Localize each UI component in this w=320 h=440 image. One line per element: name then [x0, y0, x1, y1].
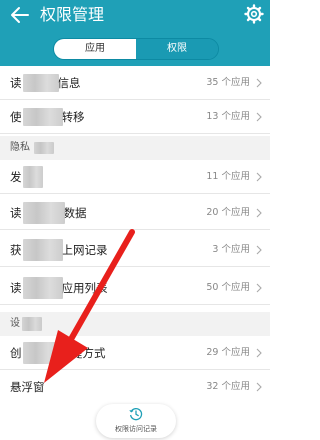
chevron-right-icon [256, 112, 262, 122]
app-count: 3 个应用 [212, 244, 250, 255]
chevron-right-icon [256, 78, 262, 88]
back-arrow-icon[interactable] [8, 2, 32, 28]
app-count: 20 个应用 [206, 207, 250, 218]
redaction-blur [23, 74, 59, 92]
app-count: 32 个应用 [206, 381, 250, 392]
app-count: 50 个应用 [206, 282, 250, 293]
tab-apps[interactable]: 应用 [54, 39, 136, 59]
app-count: 29 个应用 [206, 347, 250, 358]
chevron-right-icon [256, 245, 262, 255]
page-title: 权限管理 [40, 5, 105, 24]
history-clock-icon [129, 407, 143, 421]
redaction-blur [23, 108, 63, 126]
permission-row-use-transfer[interactable]: 使转移 13 个应用 [0, 100, 270, 134]
permission-row-read-messages[interactable]: 读信息 35 个应用 [0, 66, 270, 100]
section-label: 设 [10, 318, 20, 329]
chevron-right-icon [256, 172, 262, 182]
chevron-right-icon [256, 382, 262, 392]
permission-row-send[interactable]: 发 11 个应用 [0, 160, 270, 194]
app-count: 35 个应用 [206, 77, 250, 88]
app-count: 13 个应用 [206, 111, 250, 122]
segmented-tabs: 应用 权限 [53, 38, 219, 60]
redaction-blur [23, 202, 65, 224]
row-label: 悬浮窗 [10, 380, 45, 394]
redaction-blur [23, 342, 61, 364]
redaction-blur [23, 277, 63, 299]
section-header-settings: 设 [0, 312, 270, 336]
permission-row-floating-window[interactable]: 悬浮窗 32 个应用 [0, 370, 270, 404]
chevron-right-icon [256, 348, 262, 358]
permission-row-create-shortcut[interactable]: 创快捷方式 29 个应用 [0, 336, 270, 370]
app-count: 11 个应用 [206, 171, 250, 182]
permission-row-browsing-history[interactable]: 获上网记录 3 个应用 [0, 233, 270, 267]
redaction-blur [22, 317, 42, 331]
redaction-blur [23, 166, 43, 188]
section-header-privacy: 隐私 [0, 136, 270, 160]
section-label: 隐私 [10, 142, 30, 153]
tab-permissions[interactable]: 权限 [136, 39, 218, 59]
chevron-right-icon [256, 283, 262, 293]
permission-access-history-button[interactable]: 权限访问记录 [96, 404, 176, 438]
row-label: 发 [10, 170, 22, 184]
redaction-blur [34, 142, 54, 154]
gear-icon[interactable] [244, 4, 264, 24]
permission-row-read-app-list[interactable]: 读应用列表 50 个应用 [0, 271, 270, 305]
bottom-button-label: 权限访问记录 [115, 425, 157, 433]
redaction-blur [23, 239, 63, 261]
chevron-right-icon [256, 208, 262, 218]
permission-row-read-data[interactable]: 读数据 20 个应用 [0, 196, 270, 230]
